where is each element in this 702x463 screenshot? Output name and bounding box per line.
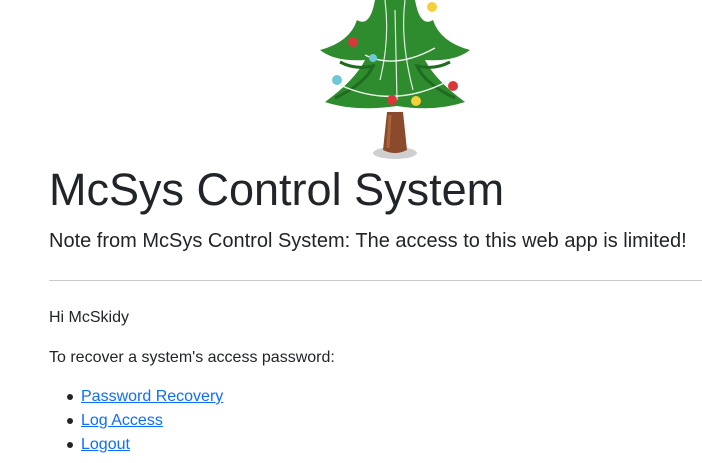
logout-link[interactable]: Logout bbox=[81, 436, 130, 453]
access-note: Note from McSys Control System: The acce… bbox=[49, 230, 687, 252]
list-item: Logout bbox=[49, 435, 223, 459]
page: McSys Control System Note from McSys Con… bbox=[0, 0, 702, 463]
greeting-text: Hi McSkidy bbox=[49, 309, 130, 326]
password-recovery-link[interactable]: Password Recovery bbox=[81, 388, 223, 405]
list-item: Log Access bbox=[49, 411, 223, 435]
bullet-icon bbox=[67, 418, 73, 424]
instruction-text: To recover a system's access password: bbox=[49, 349, 335, 366]
christmas-tree-image bbox=[320, 0, 470, 159]
divider bbox=[49, 280, 702, 281]
page-title: McSys Control System bbox=[49, 164, 505, 215]
action-links-list: Password Recovery Log Access Logout bbox=[49, 387, 223, 459]
list-item: Password Recovery bbox=[49, 387, 223, 411]
bullet-icon bbox=[67, 394, 73, 400]
log-access-link[interactable]: Log Access bbox=[81, 412, 163, 429]
bullet-icon bbox=[67, 442, 73, 448]
